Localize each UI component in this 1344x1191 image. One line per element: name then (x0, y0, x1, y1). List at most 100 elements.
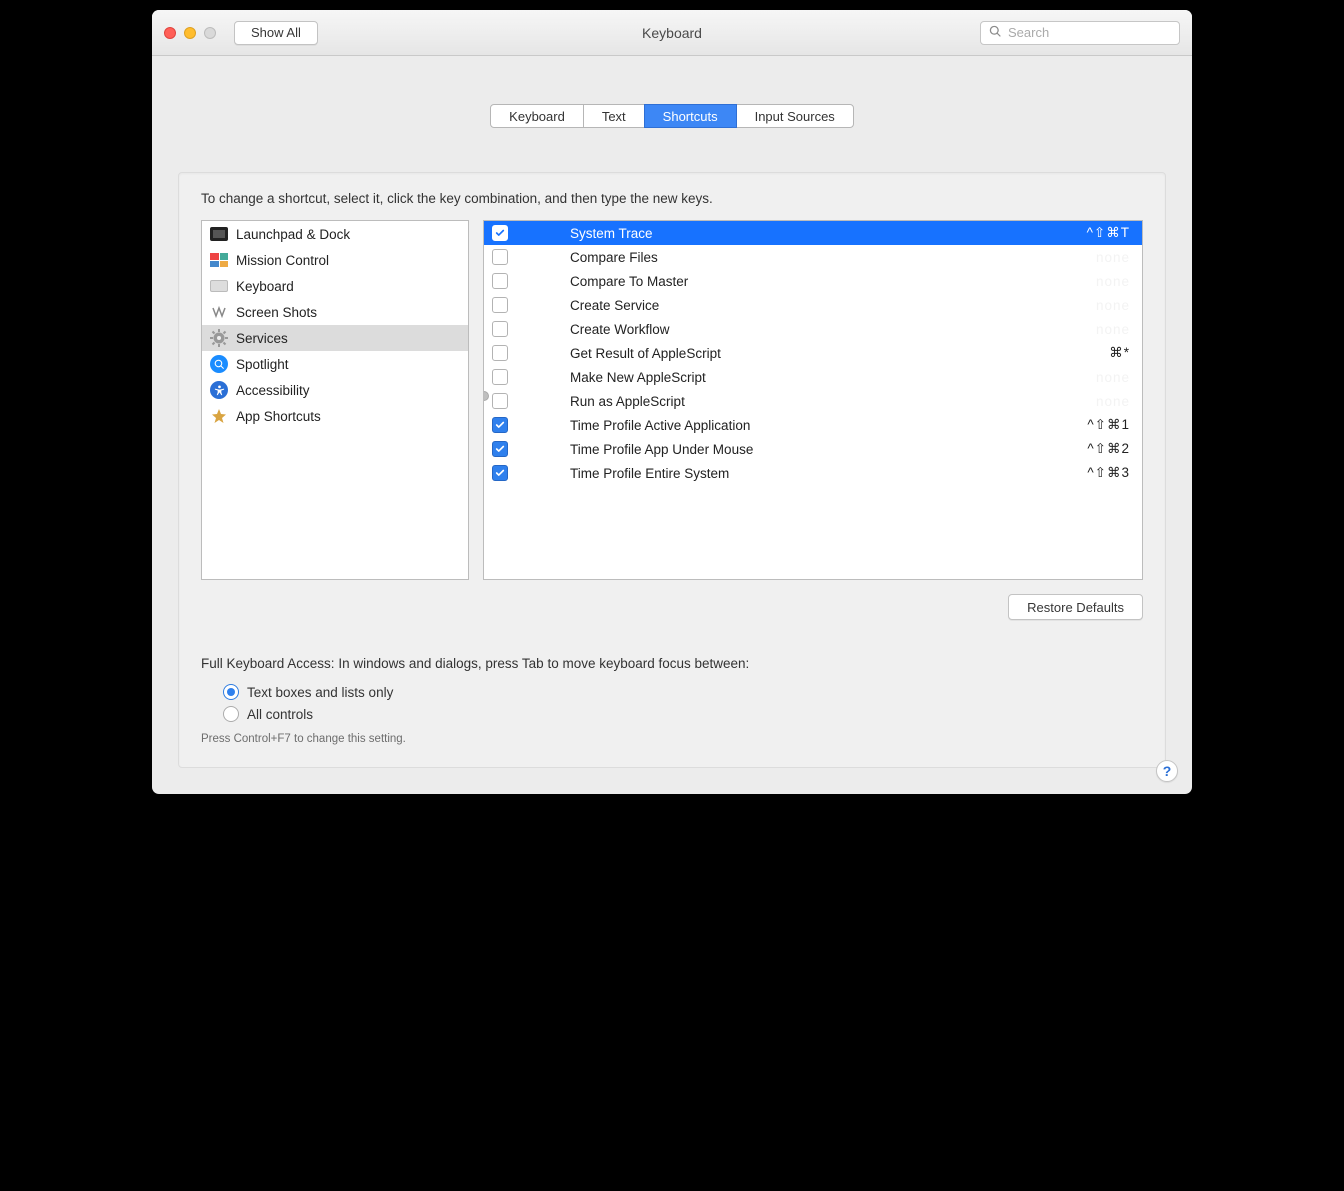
shortcut-checkbox[interactable] (492, 393, 508, 409)
shortcut-label: Create Service (520, 298, 1084, 313)
tab-label: Shortcuts (663, 109, 718, 124)
category-label: Mission Control (236, 253, 329, 268)
fka-option-label: All controls (247, 707, 313, 722)
category-item-screen-shots[interactable]: Screen Shots (202, 299, 468, 325)
restore-defaults-button[interactable]: Restore Defaults (1008, 594, 1143, 620)
category-label: Services (236, 331, 288, 346)
category-label: Launchpad & Dock (236, 227, 350, 242)
category-item-accessibility[interactable]: Accessibility (202, 377, 468, 403)
shortcut-key[interactable]: ^⇧⌘1 (1087, 417, 1130, 433)
shortcut-row[interactable]: Compare Files none (484, 245, 1142, 269)
shortcut-key[interactable]: ^⇧⌘T (1087, 225, 1130, 241)
fka-option[interactable]: All controls (201, 703, 1143, 725)
search-icon (989, 25, 1002, 41)
shortcut-key[interactable]: ⌘* (1109, 345, 1130, 361)
shortcut-checkbox[interactable] (492, 441, 508, 457)
close-window-button[interactable] (164, 27, 176, 39)
shortcut-row[interactable]: Make New AppleScript none (484, 365, 1142, 389)
show-all-label: Show All (251, 25, 301, 40)
content: Keyboard Text Shortcuts Input Sources To ch… (152, 56, 1192, 794)
category-item-launchpad-dock[interactable]: Launchpad & Dock (202, 221, 468, 247)
window-controls (164, 27, 216, 39)
split-view: Launchpad & Dock Mission Control Keyboard S… (201, 220, 1143, 580)
category-label: App Shortcuts (236, 409, 321, 424)
category-item-services[interactable]: Services (202, 325, 468, 351)
shortcut-checkbox[interactable] (492, 417, 508, 433)
tab-label: Keyboard (509, 109, 565, 124)
shortcuts-panel: To change a shortcut, select it, click t… (178, 172, 1166, 768)
help-button[interactable]: ? (1156, 760, 1178, 782)
shortcut-row[interactable]: Run as AppleScriptnone (484, 389, 1142, 413)
tab-text[interactable]: Text (583, 104, 645, 128)
preferences-window: Show All Keyboard Keyboard Text Shortcuts I… (152, 10, 1192, 794)
shortcut-label: System Trace (520, 226, 1075, 241)
category-list[interactable]: Launchpad & Dock Mission Control Keyboard S… (201, 220, 469, 580)
tab-label: Input Sources (755, 109, 835, 124)
show-all-button[interactable]: Show All (234, 21, 318, 45)
category-label: Accessibility (236, 383, 310, 398)
shortcut-list[interactable]: System Trace^⇧⌘TCompare FilesnoneCompare… (483, 220, 1143, 580)
category-item-spotlight[interactable]: Spotlight (202, 351, 468, 377)
launchpad-icon (210, 225, 228, 243)
fka-option-label: Text boxes and lists only (247, 685, 393, 700)
radio-button[interactable] (223, 684, 239, 700)
segmented-tabs: Keyboard Text Shortcuts Input Sources (178, 104, 1166, 128)
shortcut-key[interactable]: none (1096, 370, 1130, 385)
shortcut-key[interactable]: none (1096, 322, 1130, 337)
zoom-window-button (204, 27, 216, 39)
search-field[interactable] (980, 21, 1180, 45)
shortcut-label: Time Profile Active Application (520, 418, 1075, 433)
restore-row: Restore Defaults (201, 594, 1143, 620)
shortcut-checkbox[interactable] (492, 321, 508, 337)
mission-control-icon (210, 251, 228, 269)
tab-keyboard[interactable]: Keyboard (490, 104, 584, 128)
shortcut-key[interactable]: none (1096, 274, 1130, 289)
shortcut-row[interactable]: Create Workflownone (484, 317, 1142, 341)
shortcut-label: Get Result of AppleScript (520, 346, 1097, 361)
shortcut-key[interactable]: none (1096, 250, 1130, 265)
shortcut-row[interactable]: Compare To Masternone (484, 269, 1142, 293)
category-label: Keyboard (236, 279, 294, 294)
tab-input-sources[interactable]: Input Sources (736, 104, 854, 128)
accessibility-icon (210, 381, 228, 399)
shortcut-key[interactable]: none (1096, 298, 1130, 313)
tab-label: Text (602, 109, 626, 124)
full-keyboard-access-hint: Press Control+F7 to change this setting. (201, 733, 1143, 745)
shortcut-row[interactable]: Time Profile App Under Mouse ^⇧⌘2 (484, 437, 1142, 461)
shortcut-checkbox[interactable] (492, 345, 508, 361)
shortcut-key[interactable]: none (1096, 394, 1130, 409)
shortcut-label: Compare Files (520, 250, 1084, 265)
shortcut-label: Make New AppleScript (520, 370, 1084, 385)
shortcut-checkbox[interactable] (492, 297, 508, 313)
app-shortcuts-icon (210, 407, 228, 425)
shortcut-label: Time Profile App Under Mouse (520, 442, 1075, 457)
search-input[interactable] (1008, 25, 1171, 40)
help-icon: ? (1163, 763, 1172, 779)
category-item-app-shortcuts[interactable]: App Shortcuts (202, 403, 468, 429)
shortcut-key[interactable]: ^⇧⌘2 (1087, 441, 1130, 457)
spotlight-icon (210, 355, 228, 373)
tab-shortcuts[interactable]: Shortcuts (644, 104, 737, 128)
shortcut-checkbox[interactable] (492, 273, 508, 289)
restore-defaults-label: Restore Defaults (1027, 600, 1124, 615)
category-item-keyboard[interactable]: Keyboard (202, 273, 468, 299)
radio-button[interactable] (223, 706, 239, 722)
fka-option[interactable]: Text boxes and lists only (201, 681, 1143, 703)
shortcut-key[interactable]: ^⇧⌘3 (1087, 465, 1130, 481)
shortcut-checkbox[interactable] (492, 225, 508, 241)
category-item-mission-control[interactable]: Mission Control (202, 247, 468, 273)
shortcut-checkbox[interactable] (492, 465, 508, 481)
shortcut-row[interactable]: Time Profile Entire System ^⇧⌘3 (484, 461, 1142, 485)
shortcut-checkbox[interactable] (492, 369, 508, 385)
services-icon (210, 329, 228, 347)
shortcut-row[interactable]: Get Result of AppleScript ⌘* (484, 341, 1142, 365)
minimize-window-button[interactable] (184, 27, 196, 39)
category-label: Spotlight (236, 357, 289, 372)
shortcut-row[interactable]: Create Service none (484, 293, 1142, 317)
shortcut-label: Time Profile Entire System (520, 466, 1075, 481)
titlebar: Show All Keyboard (152, 10, 1192, 56)
shortcut-row[interactable]: System Trace ^⇧⌘T (484, 221, 1142, 245)
search-wrap (980, 21, 1180, 45)
shortcut-row[interactable]: Time Profile Active Application ^⇧⌘1 (484, 413, 1142, 437)
shortcut-checkbox[interactable] (492, 249, 508, 265)
